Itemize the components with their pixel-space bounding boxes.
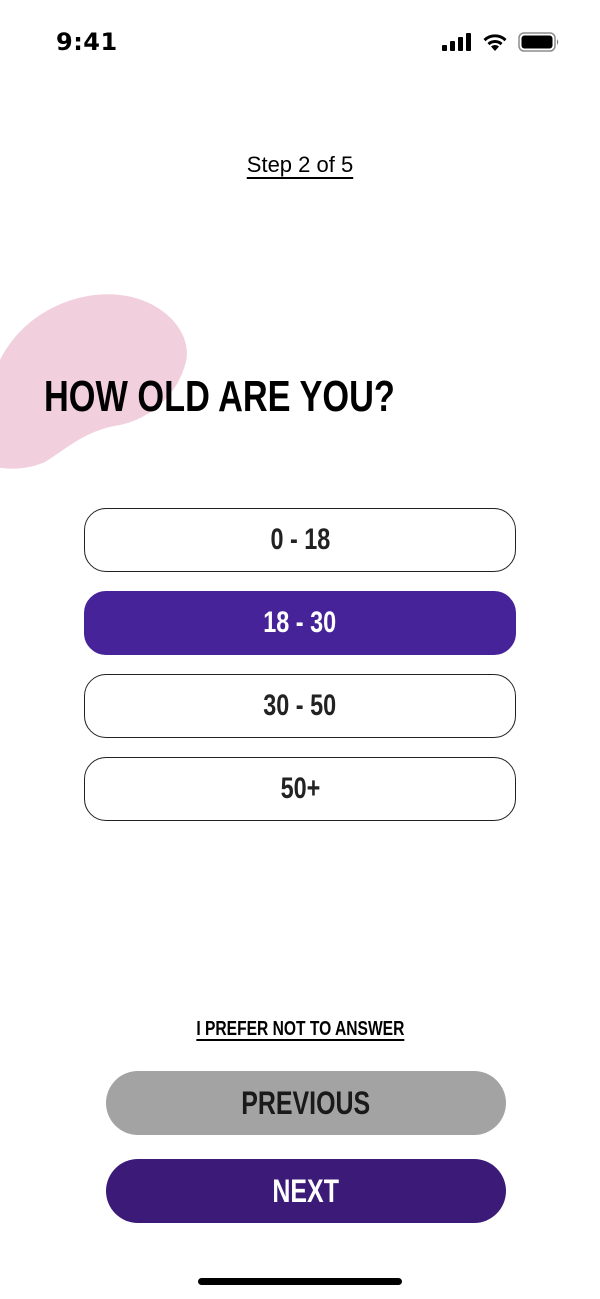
wifi-icon	[482, 33, 508, 52]
cellular-signal-icon	[442, 33, 472, 51]
age-option-label: 18 - 30	[263, 606, 337, 639]
age-option-18-30[interactable]: 18 - 30	[84, 591, 516, 655]
age-option-label: 30 - 50	[263, 689, 337, 722]
age-option-0-18[interactable]: 0 - 18	[84, 508, 516, 572]
question-title: HOW OLD ARE YOU?	[44, 372, 395, 421]
battery-icon	[518, 32, 560, 52]
next-button[interactable]: NEXT	[106, 1159, 506, 1223]
prefer-not-to-answer-link[interactable]: I PREFER NOT TO ANSWER	[196, 1018, 404, 1041]
previous-button[interactable]: PREVIOUS	[106, 1071, 506, 1135]
home-indicator[interactable]	[198, 1278, 402, 1285]
age-option-30-50[interactable]: 30 - 50	[84, 674, 516, 738]
age-option-label: 0 - 18	[270, 523, 330, 556]
status-icons	[442, 32, 560, 52]
step-indicator-link[interactable]: Step 2 of 5	[0, 152, 600, 178]
age-options: 0 - 18 18 - 30 30 - 50 50+	[84, 508, 516, 840]
next-button-label: NEXT	[272, 1172, 340, 1209]
age-option-label: 50+	[280, 772, 320, 805]
status-time: 9:41	[56, 28, 118, 56]
prefer-not-to-answer-container: I PREFER NOT TO ANSWER	[0, 1018, 600, 1041]
previous-button-label: PREVIOUS	[241, 1084, 371, 1121]
age-option-50-plus[interactable]: 50+	[84, 757, 516, 821]
